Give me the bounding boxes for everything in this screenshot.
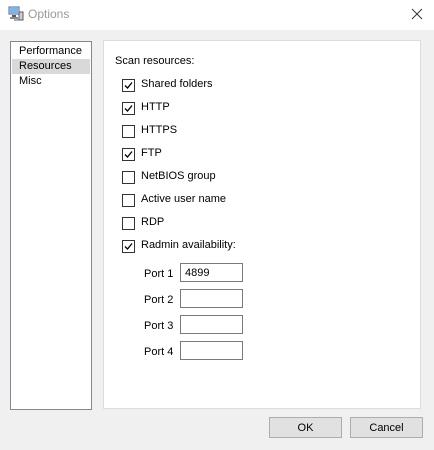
cancel-button[interactable]: Cancel: [350, 417, 423, 438]
http-label: HTTP: [141, 101, 170, 113]
port-2-label: Port 2: [144, 294, 174, 306]
radmin-availability-checkbox[interactable]: [122, 240, 135, 253]
http-checkbox[interactable]: [122, 102, 135, 115]
close-icon: [411, 8, 423, 20]
port-2-input[interactable]: [180, 289, 243, 308]
scan-resources-label: Scan resources:: [115, 55, 195, 67]
window-title: Options: [28, 7, 70, 21]
options-category-list[interactable]: Performance Resources Misc: [10, 41, 92, 410]
ftp-checkbox[interactable]: [122, 148, 135, 161]
port-3-input[interactable]: [180, 315, 243, 334]
port-4-label: Port 4: [144, 346, 174, 358]
checkmark-icon: [124, 82, 133, 89]
port-4-input[interactable]: [180, 341, 243, 360]
netbios-group-checkbox[interactable]: [122, 171, 135, 184]
port-1-label: Port 1: [144, 268, 174, 280]
checkmark-icon: [124, 151, 133, 158]
port-1-input[interactable]: [180, 263, 243, 282]
active-user-name-label: Active user name: [141, 193, 226, 205]
active-user-name-checkbox[interactable]: [122, 194, 135, 207]
port-3-label: Port 3: [144, 320, 174, 332]
nav-item-performance[interactable]: Performance: [12, 44, 90, 59]
network-computer-icon: [8, 6, 24, 22]
checkmark-icon: [124, 105, 133, 112]
shared-folders-checkbox[interactable]: [122, 79, 135, 92]
ok-button[interactable]: OK: [269, 417, 342, 438]
rdp-checkbox[interactable]: [122, 217, 135, 230]
radmin-availability-label: Radmin availability:: [141, 239, 236, 251]
checkmark-icon: [124, 243, 133, 250]
title-bar: Options: [0, 0, 434, 30]
close-button[interactable]: [400, 0, 434, 30]
shared-folders-label: Shared folders: [141, 78, 213, 90]
netbios-group-label: NetBIOS group: [141, 170, 216, 182]
nav-item-misc[interactable]: Misc: [12, 74, 90, 89]
https-label: HTTPS: [141, 124, 178, 136]
https-checkbox[interactable]: [122, 125, 135, 138]
nav-item-resources[interactable]: Resources: [12, 59, 90, 74]
ftp-label: FTP: [141, 147, 162, 159]
rdp-label: RDP: [141, 216, 165, 228]
